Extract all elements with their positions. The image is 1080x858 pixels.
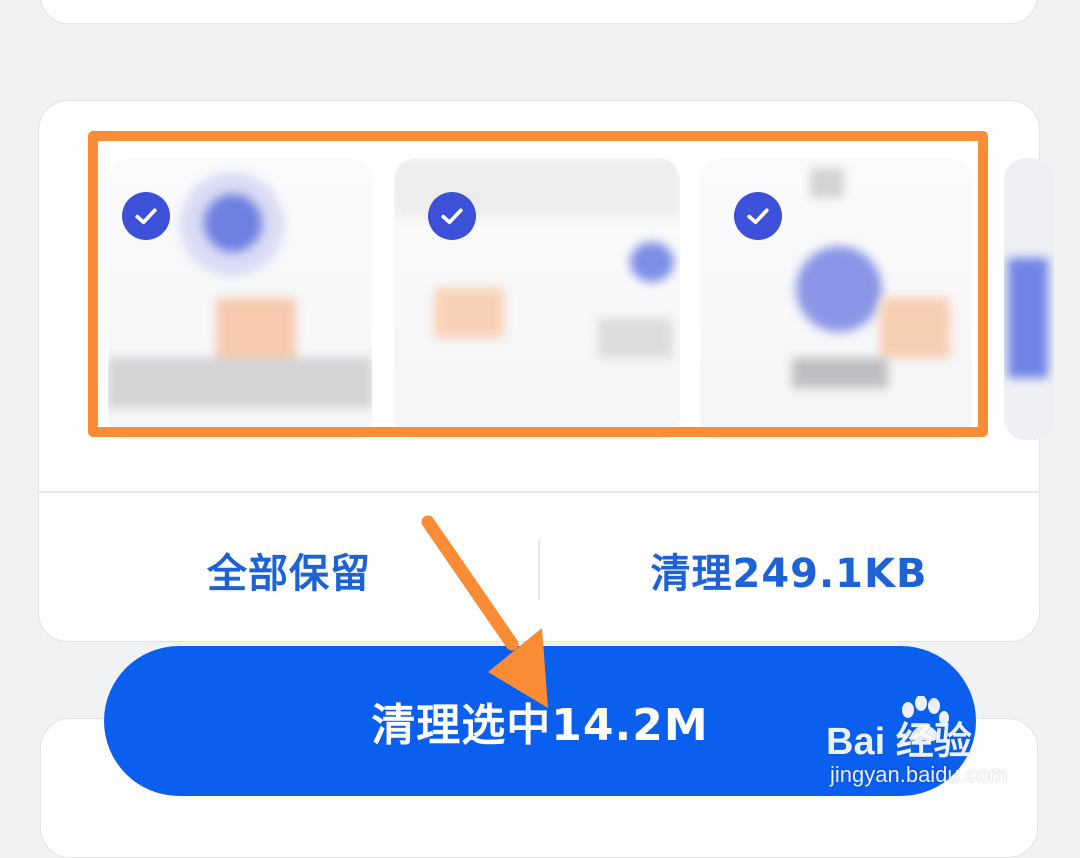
- clean-button[interactable]: 清理249.1KB: [540, 534, 1038, 606]
- watermark-brand: Bai 经验: [826, 721, 972, 763]
- previous-card: [40, 0, 1038, 24]
- blurred-image-area: [1008, 258, 1048, 378]
- annotation-highlight-box: [88, 131, 988, 437]
- baidu-watermark: Bai 经验 jingyan.baidu.com: [826, 696, 1056, 800]
- watermark-url: jingyan.baidu.com: [830, 762, 1008, 787]
- file-thumbnail-4[interactable]: [1004, 158, 1054, 440]
- divider: [38, 491, 1040, 493]
- keep-all-button[interactable]: 全部保留: [40, 534, 538, 606]
